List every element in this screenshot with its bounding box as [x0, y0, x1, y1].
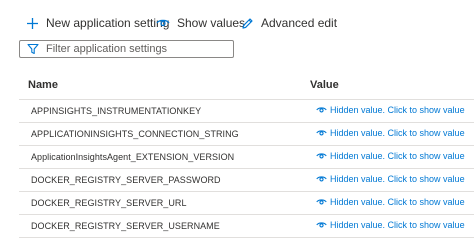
column-header-value[interactable]: Value	[310, 79, 339, 91]
show-values-label: Show values	[177, 16, 246, 30]
eye-icon	[155, 15, 171, 31]
setting-name: DOCKER_REGISTRY_SERVER_URL	[31, 198, 187, 208]
advanced-edit-button[interactable]: Advanced edit	[239, 10, 337, 36]
eye-icon	[315, 151, 327, 161]
hidden-value-link[interactable]: Hidden value. Click to show value	[315, 105, 465, 115]
filter-box	[19, 40, 234, 58]
setting-name: APPLICATIONINSIGHTS_CONNECTION_STRING	[31, 129, 239, 139]
table-row[interactable]: DOCKER_REGISTRY_SERVER_URL Hidden value.…	[19, 192, 474, 215]
eye-icon	[315, 197, 327, 207]
hidden-value-text: Hidden value. Click to show value	[330, 105, 465, 115]
setting-name: ApplicationInsightsAgent_EXTENSION_VERSI…	[31, 152, 235, 162]
pencil-icon	[239, 15, 255, 31]
hidden-value-link[interactable]: Hidden value. Click to show value	[315, 220, 465, 230]
eye-icon	[315, 105, 327, 115]
advanced-edit-label: Advanced edit	[261, 16, 338, 30]
hidden-value-link[interactable]: Hidden value. Click to show value	[315, 197, 465, 207]
table-header: Name Value	[19, 74, 474, 100]
show-values-button[interactable]: Show values	[155, 10, 245, 36]
hidden-value-text: Hidden value. Click to show value	[330, 151, 465, 161]
setting-name: APPINSIGHTS_INSTRUMENTATIONKEY	[31, 106, 202, 116]
plus-icon	[24, 15, 40, 31]
hidden-value-link[interactable]: Hidden value. Click to show value	[315, 174, 465, 184]
setting-name: DOCKER_REGISTRY_SERVER_PASSWORD	[31, 175, 221, 185]
table-row[interactable]: APPLICATIONINSIGHTS_CONNECTION_STRING Hi…	[19, 123, 474, 146]
eye-icon	[315, 174, 327, 184]
filter-input[interactable]	[46, 41, 226, 57]
table-row[interactable]: APPINSIGHTS_INSTRUMENTATIONKEY Hidden va…	[19, 100, 474, 123]
hidden-value-text: Hidden value. Click to show value	[330, 174, 465, 184]
table-row[interactable]: DOCKER_REGISTRY_SERVER_USERNAME Hidden v…	[19, 215, 474, 238]
eye-icon	[315, 220, 327, 230]
app-settings-table: Name Value APPINSIGHTS_INSTRUMENTATIONKE…	[19, 74, 474, 238]
filter-icon	[26, 42, 40, 56]
new-application-setting-label: New application setting	[46, 16, 170, 30]
hidden-value-text: Hidden value. Click to show value	[330, 197, 465, 207]
hidden-value-link[interactable]: Hidden value. Click to show value	[315, 151, 465, 161]
setting-name: DOCKER_REGISTRY_SERVER_USERNAME	[31, 221, 220, 231]
table-row[interactable]: ApplicationInsightsAgent_EXTENSION_VERSI…	[19, 146, 474, 169]
hidden-value-text: Hidden value. Click to show value	[330, 128, 465, 138]
table-row[interactable]: DOCKER_REGISTRY_SERVER_PASSWORD Hidden v…	[19, 169, 474, 192]
new-application-setting-button[interactable]: New application setting	[24, 10, 169, 36]
column-header-name[interactable]: Name	[28, 79, 58, 91]
command-bar: New application setting Show values Adva…	[0, 10, 474, 36]
hidden-value-link[interactable]: Hidden value. Click to show value	[315, 128, 465, 138]
hidden-value-text: Hidden value. Click to show value	[330, 220, 465, 230]
eye-icon	[315, 128, 327, 138]
